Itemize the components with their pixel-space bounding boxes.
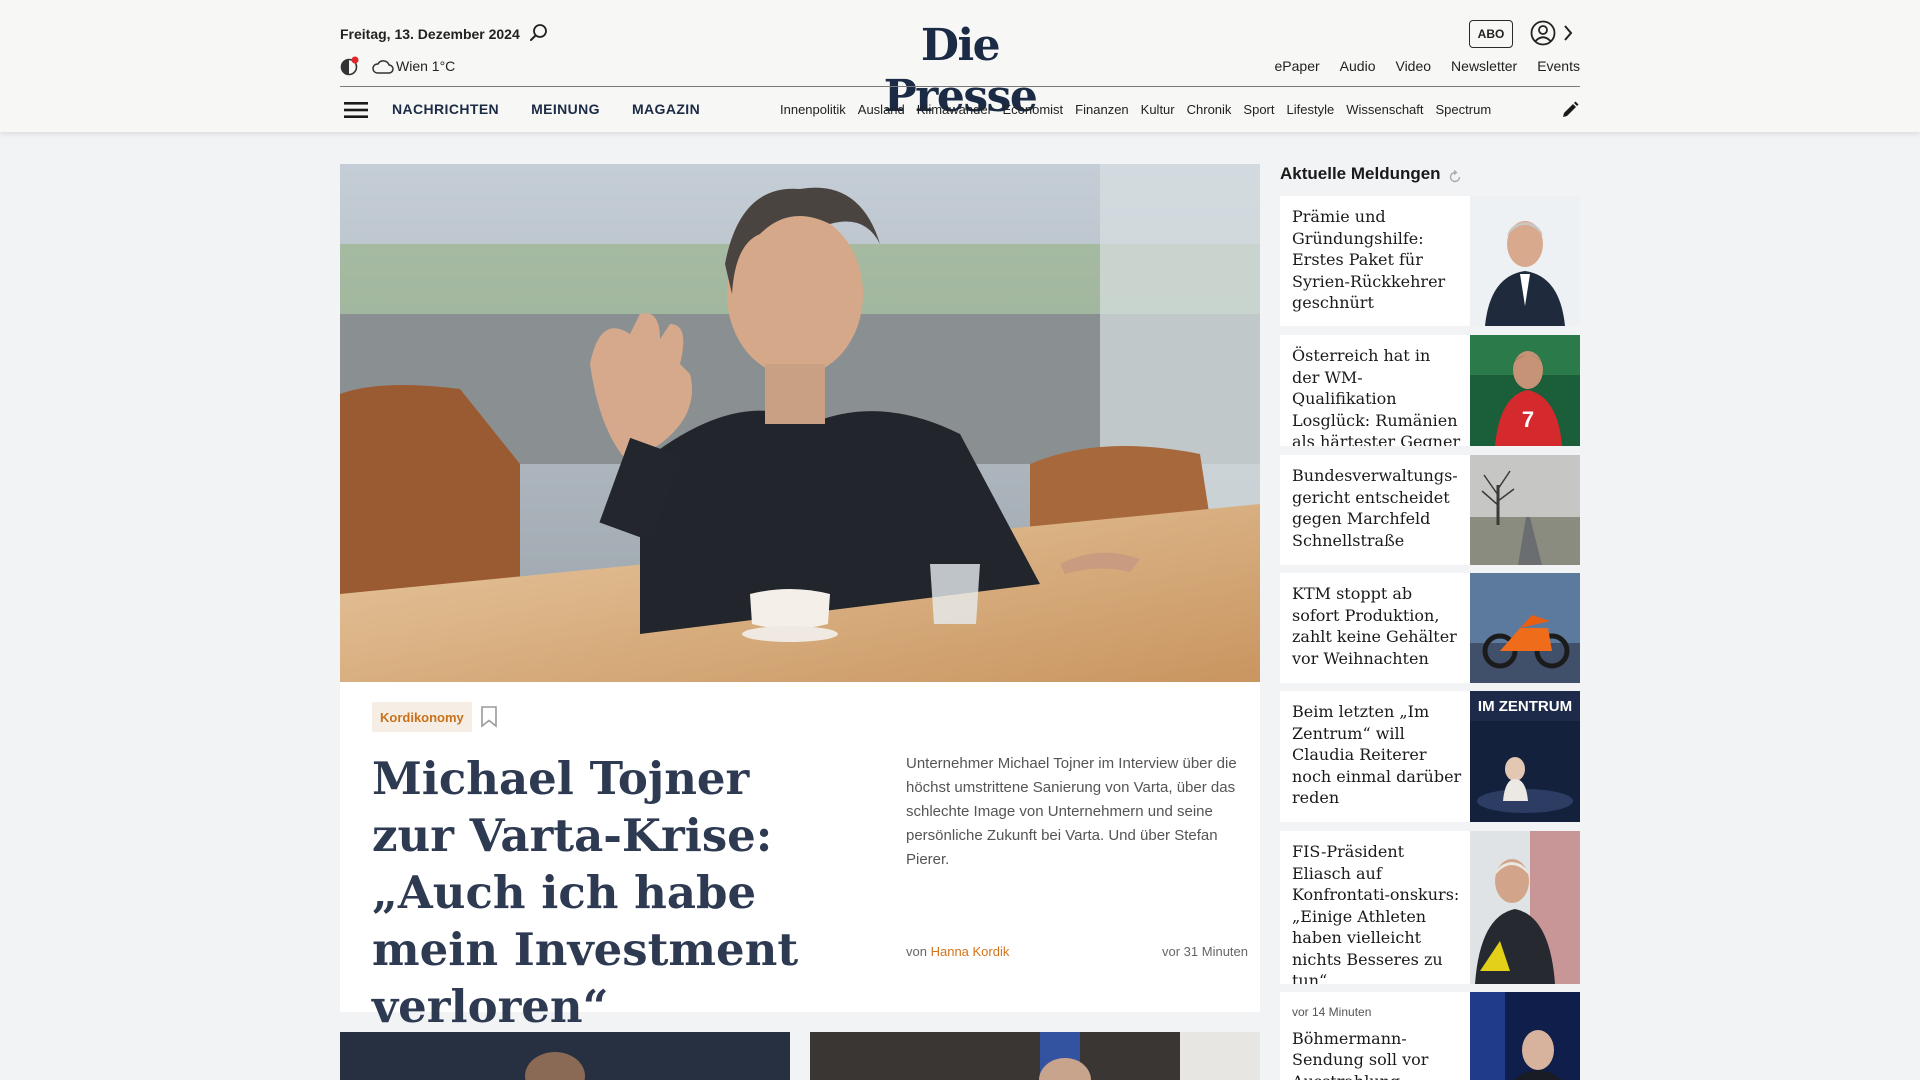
section-economist[interactable]: Economist [1002, 102, 1063, 117]
news-item-title: Prämie und Gründungshilfe: Erstes Paket … [1292, 207, 1446, 312]
top-link-video[interactable]: Video [1395, 58, 1431, 74]
bookmark-icon[interactable] [480, 705, 498, 729]
news-item-thumbnail [1470, 992, 1580, 1080]
news-item-title: KTM stoppt ab sofort Produktion, zahlt k… [1292, 584, 1457, 668]
article-card[interactable] [340, 1032, 790, 1080]
svg-text:7: 7 [1522, 407, 1534, 432]
author-link[interactable]: Hanna Kordik [931, 944, 1010, 959]
top-link-epaper[interactable]: ePaper [1275, 58, 1320, 74]
main-nav: NACHRICHTEN MEINUNG MAGAZIN [392, 101, 700, 117]
chevron-right-icon[interactable] [1562, 23, 1574, 43]
news-item[interactable]: Beim letzten „Im Zentrum“ will Claudia R… [1280, 691, 1580, 822]
menu-icon[interactable] [344, 100, 368, 120]
section-nav-fade [1516, 96, 1546, 124]
weather-text: Wien 1°C [396, 58, 456, 74]
pencil-icon[interactable] [1560, 100, 1580, 120]
news-item[interactable]: Bundesverwaltungs-gericht entscheidet ge… [1280, 455, 1580, 565]
top-links: ePaper Audio Video Newsletter Events [1275, 58, 1580, 74]
site-header: Freitag, 13. Dezember 2024 Wien 1°C Die … [0, 0, 1920, 132]
nav-meinung[interactable]: MEINUNG [531, 101, 600, 117]
news-item[interactable]: KTM stoppt ab sofort Produktion, zahlt k… [1280, 573, 1580, 683]
cloud-icon [372, 60, 394, 74]
thumb-label: IM ZENTRUM [1478, 698, 1572, 715]
nav-nachrichten[interactable]: NACHRICHTEN [392, 101, 499, 117]
header-inner: Freitag, 13. Dezember 2024 Wien 1°C Die … [340, 0, 1580, 132]
news-item[interactable]: Prämie und Gründungshilfe: Erstes Paket … [1280, 196, 1580, 326]
theme-toggle-icon[interactable] [340, 56, 360, 76]
section-chronik[interactable]: Chronik [1187, 102, 1232, 117]
lead-headline[interactable]: Michael Tojner zur Varta-Krise: „Auch ic… [372, 750, 842, 1035]
header-divider [340, 86, 1580, 87]
news-item-title: Bundesverwaltungs-gericht entscheidet ge… [1292, 466, 1458, 550]
news-item-title: FIS-Präsident Eliasch auf Konfrontati-on… [1292, 842, 1460, 984]
section-sport[interactable]: Sport [1243, 102, 1274, 117]
section-spectrum[interactable]: Spectrum [1436, 102, 1492, 117]
section-klimawandel[interactable]: Klimawandel [917, 102, 991, 117]
byline: von Hanna Kordik [906, 944, 1009, 959]
news-item[interactable]: Österreich hat in der WM-Qualifikation L… [1280, 335, 1580, 446]
news-item-thumbnail [1470, 455, 1580, 565]
news-item-title: Böhmermann-Sendung soll vor Ausstrahlung [1292, 1028, 1429, 1080]
category-badge[interactable]: Kordikonomy [372, 702, 472, 732]
section-wissenschaft[interactable]: Wissenschaft [1346, 102, 1423, 117]
news-item-time: vor 14 Minuten [1292, 1005, 1372, 1019]
lead-image[interactable] [340, 164, 1260, 682]
news-item-thumbnail [1470, 831, 1580, 984]
news-item-thumbnail: 7 [1470, 335, 1580, 446]
section-ausland[interactable]: Ausland [858, 102, 905, 117]
current-date: Freitag, 13. Dezember 2024 [340, 26, 520, 42]
news-item-thumbnail: IM ZENTRUM [1470, 691, 1580, 822]
news-item-title: Beim letzten „Im Zentrum“ will Claudia R… [1292, 702, 1462, 807]
top-link-events[interactable]: Events [1537, 58, 1580, 74]
refresh-icon [1449, 170, 1461, 183]
lead-article: Kordikonomy Michael Tojner zur Varta-Kri… [340, 164, 1260, 1033]
section-kultur[interactable]: Kultur [1141, 102, 1175, 117]
byline-prefix: von [906, 944, 927, 959]
user-icon[interactable] [1530, 20, 1556, 46]
lead-teaser: Unternehmer Michael Tojner im Interview … [906, 755, 1237, 868]
top-link-newsletter[interactable]: Newsletter [1451, 58, 1517, 74]
news-item-content: vor 14 Minuten Böhmermann-Sendung soll v… [1292, 1002, 1462, 1080]
sidebar-title: Aktuelle Meldungen [1280, 164, 1441, 183]
section-finanzen[interactable]: Finanzen [1075, 102, 1128, 117]
news-item[interactable]: FIS-Präsident Eliasch auf Konfrontati-on… [1280, 831, 1580, 984]
nav-magazin[interactable]: MAGAZIN [632, 101, 700, 117]
news-item-thumbnail [1470, 196, 1580, 326]
section-lifestyle[interactable]: Lifestyle [1287, 102, 1335, 117]
top-link-audio[interactable]: Audio [1340, 58, 1376, 74]
article-card[interactable] [810, 1032, 1260, 1080]
news-item-title: Österreich hat in der WM-Qualifikation L… [1292, 346, 1461, 446]
section-innenpolitik[interactable]: Innenpolitik [780, 102, 846, 117]
news-item[interactable]: vor 14 Minuten Böhmermann-Sendung soll v… [1280, 992, 1580, 1080]
abo-button[interactable]: ABO [1469, 20, 1513, 48]
section-nav: Innenpolitik Ausland Klimawandel Economi… [780, 102, 1540, 117]
search-icon[interactable] [528, 22, 550, 44]
news-item-thumbnail [1470, 573, 1580, 683]
lead-timestamp: vor 31 Minuten [1162, 944, 1248, 959]
